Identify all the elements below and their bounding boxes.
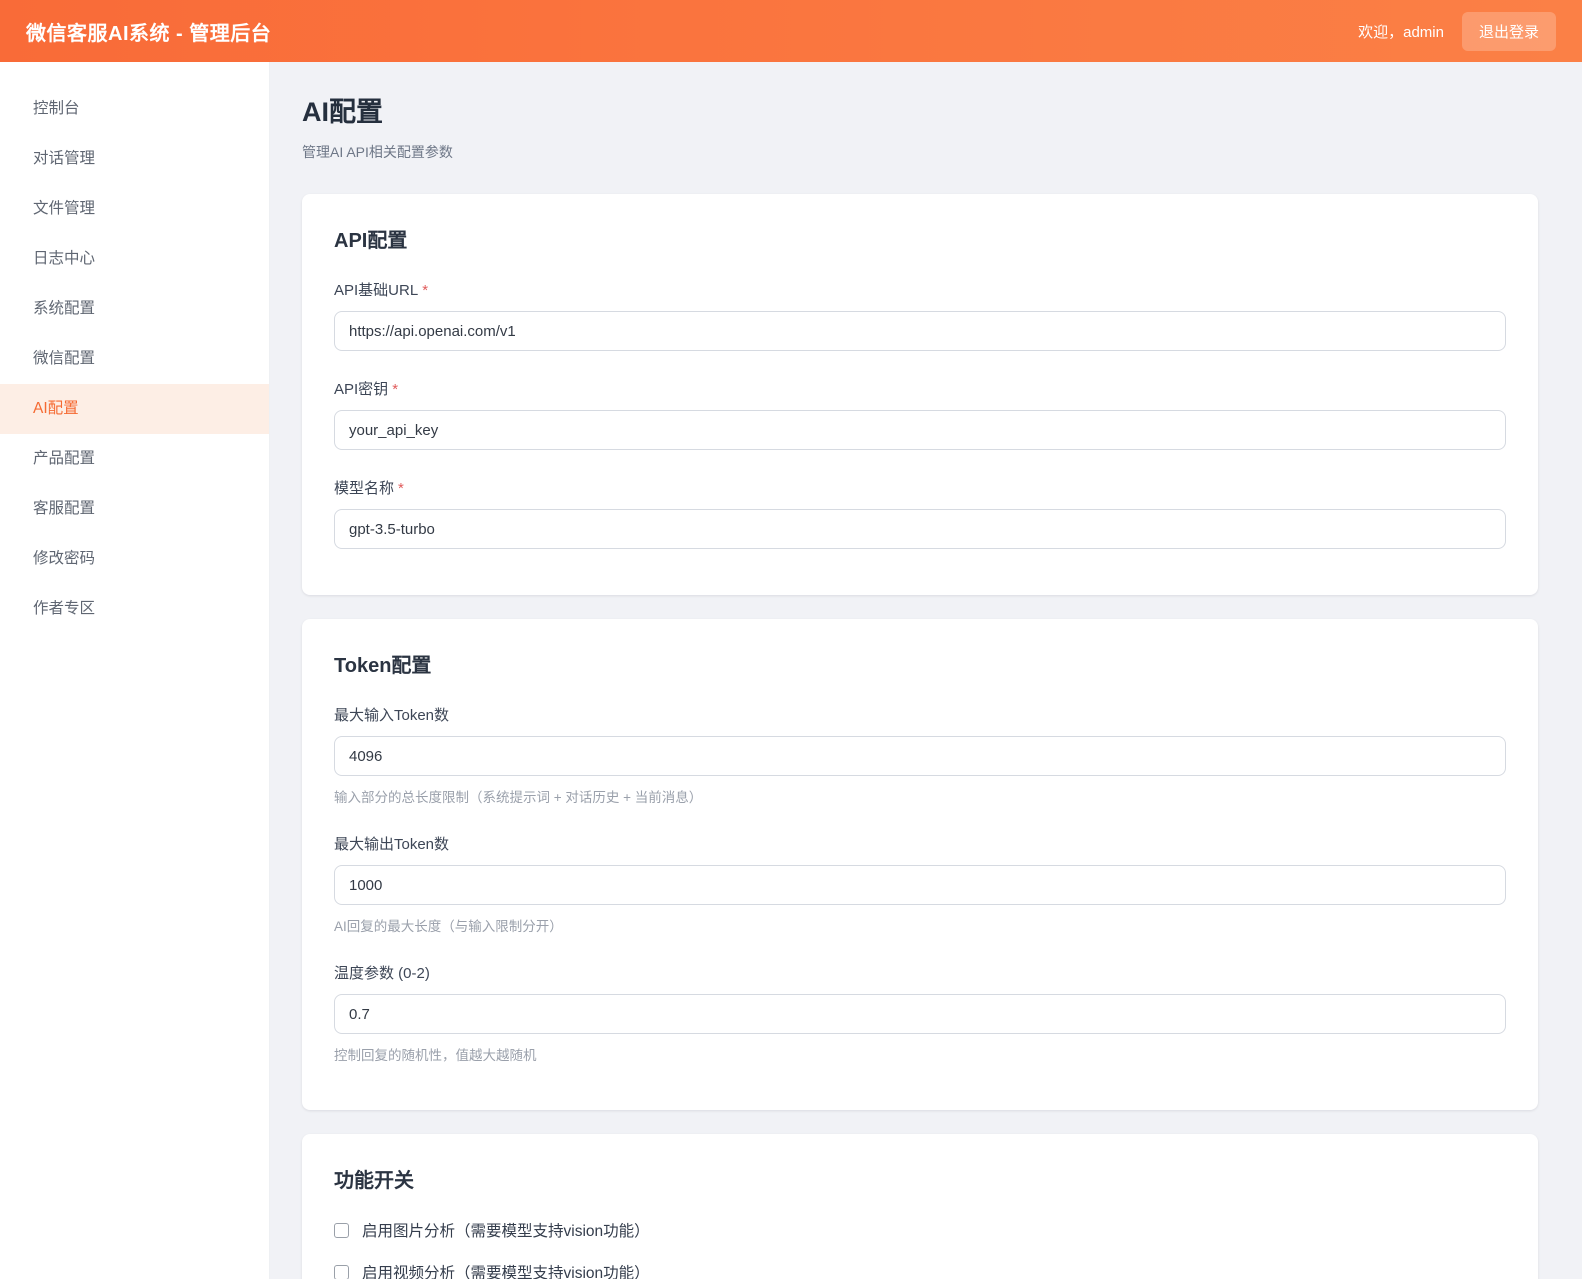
video-analysis-label: 启用视频分析（需要模型支持vision功能） [362,1261,650,1279]
video-analysis-checkbox[interactable] [334,1265,349,1279]
api-config-card: API配置 API基础URL* API密钥* 模型名称* [302,194,1538,595]
sidebar-item-author-zone[interactable]: 作者专区 [0,584,269,634]
temperature-label: 温度参数 (0-2) [334,962,1506,983]
image-analysis-checkbox[interactable] [334,1223,349,1238]
max-input-tokens-help: 输入部分的总长度限制（系统提示词 + 对话历史 + 当前消息） [334,786,1506,806]
max-output-tokens-label: 最大输出Token数 [334,833,1506,854]
model-name-input[interactable] [334,509,1506,549]
image-analysis-label: 启用图片分析（需要模型支持vision功能） [362,1219,650,1241]
api-config-card-title: API配置 [334,224,1506,253]
sidebar: 控制台 对话管理 文件管理 日志中心 系统配置 微信配置 AI配置 产品配置 客… [0,62,270,1279]
header-right: 欢迎，admin 退出登录 [1358,12,1556,51]
api-base-url-label: API基础URL* [334,279,1506,300]
field-max-output-tokens: 最大输出Token数 AI回复的最大长度（与输入限制分开） [334,833,1506,935]
required-asterisk: * [422,282,428,299]
sidebar-item-files[interactable]: 文件管理 [0,184,269,234]
max-input-tokens-input[interactable] [334,736,1506,776]
field-temperature: 温度参数 (0-2) 控制回复的随机性，值越大越随机 [334,962,1506,1064]
field-api-key: API密钥* [334,378,1506,450]
layout: 控制台 对话管理 文件管理 日志中心 系统配置 微信配置 AI配置 产品配置 客… [0,62,1582,1279]
feature-switches-card: 功能开关 启用图片分析（需要模型支持vision功能） 启用视频分析（需要模型支… [302,1134,1538,1279]
max-output-tokens-help: AI回复的最大长度（与输入限制分开） [334,915,1506,935]
required-asterisk: * [392,381,398,398]
sidebar-item-logs[interactable]: 日志中心 [0,234,269,284]
temperature-help: 控制回复的随机性，值越大越随机 [334,1044,1506,1064]
welcome-text: 欢迎，admin [1358,21,1444,42]
max-input-tokens-label: 最大输入Token数 [334,704,1506,725]
feature-switches-card-title: 功能开关 [334,1164,1506,1193]
sidebar-item-ai-config[interactable]: AI配置 [0,384,269,434]
page-subtitle: 管理AI API相关配置参数 [302,142,1538,162]
field-api-base-url: API基础URL* [334,279,1506,351]
sidebar-item-conversations[interactable]: 对话管理 [0,134,269,184]
api-key-label-text: API密钥 [334,381,388,398]
sidebar-item-product-config[interactable]: 产品配置 [0,434,269,484]
api-key-label: API密钥* [334,378,1506,399]
api-base-url-label-text: API基础URL [334,282,418,299]
max-output-tokens-input[interactable] [334,865,1506,905]
field-max-input-tokens: 最大输入Token数 输入部分的总长度限制（系统提示词 + 对话历史 + 当前消… [334,704,1506,806]
image-analysis-row[interactable]: 启用图片分析（需要模型支持vision功能） [334,1219,1506,1241]
sidebar-item-service-config[interactable]: 客服配置 [0,484,269,534]
sidebar-item-wechat-config[interactable]: 微信配置 [0,334,269,384]
sidebar-item-system-config[interactable]: 系统配置 [0,284,269,334]
required-asterisk: * [398,480,404,497]
api-base-url-input[interactable] [334,311,1506,351]
model-name-label-text: 模型名称 [334,480,394,497]
temperature-input[interactable] [334,994,1506,1034]
api-key-input[interactable] [334,410,1506,450]
app-title: 微信客服AI系统 - 管理后台 [26,17,271,46]
app-header: 微信客服AI系统 - 管理后台 欢迎，admin 退出登录 [0,0,1582,62]
main-content: AI配置 管理AI API相关配置参数 API配置 API基础URL* API密… [270,62,1582,1279]
field-model-name: 模型名称* [334,477,1506,549]
sidebar-item-dashboard[interactable]: 控制台 [0,84,269,134]
page-title: AI配置 [302,90,1538,129]
token-config-card: Token配置 最大输入Token数 输入部分的总长度限制（系统提示词 + 对话… [302,619,1538,1110]
logout-button[interactable]: 退出登录 [1462,12,1556,51]
video-analysis-row[interactable]: 启用视频分析（需要模型支持vision功能） [334,1261,1506,1279]
model-name-label: 模型名称* [334,477,1506,498]
sidebar-item-change-password[interactable]: 修改密码 [0,534,269,584]
token-config-card-title: Token配置 [334,649,1506,678]
